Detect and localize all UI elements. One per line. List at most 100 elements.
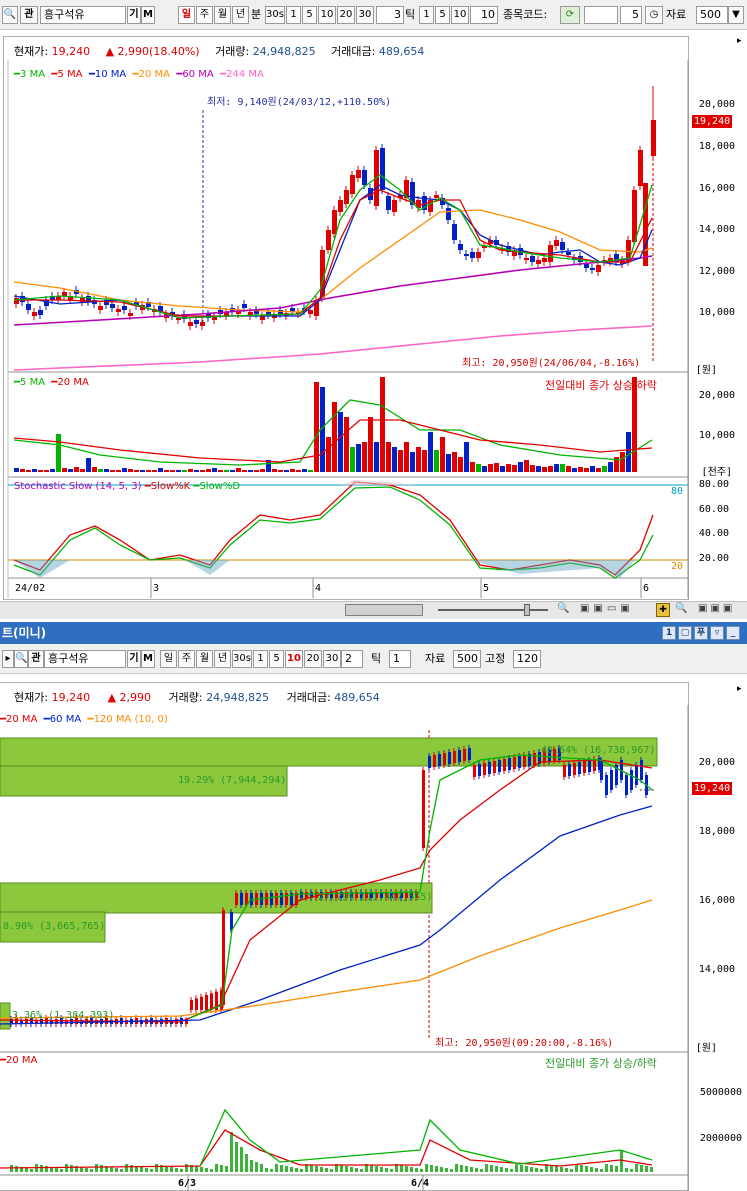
mini-candle-body bbox=[190, 1000, 193, 1010]
mini-volume-bar bbox=[290, 1167, 293, 1172]
mini-candle-body bbox=[265, 893, 268, 905]
mini-candle-body bbox=[275, 893, 278, 905]
mini-candle-body bbox=[270, 893, 273, 905]
mini-volume-bar bbox=[295, 1168, 298, 1172]
mini-volume-bar bbox=[210, 1169, 213, 1172]
mini-candle-body bbox=[200, 996, 203, 1010]
mini-volume-bar bbox=[100, 1165, 103, 1172]
mini-volume-bar bbox=[30, 1169, 33, 1172]
mini-volume-bar bbox=[530, 1167, 533, 1172]
volume-profile-bar bbox=[0, 1002, 11, 1030]
mini-volume-bar bbox=[420, 1169, 423, 1172]
mini-volume-bar bbox=[595, 1168, 598, 1172]
mini-volume-legend: ━20 MA bbox=[0, 1055, 37, 1066]
mini-volume-bar bbox=[450, 1169, 453, 1172]
mini-volume-bar bbox=[250, 1160, 253, 1172]
mini-volume-bar bbox=[580, 1165, 583, 1172]
mini-candle-body bbox=[503, 759, 506, 771]
mini-volume-bar bbox=[540, 1169, 543, 1172]
mini-volume-bar bbox=[15, 1166, 18, 1172]
mini-candle-body bbox=[448, 752, 451, 764]
mini-volume-bar bbox=[240, 1147, 243, 1172]
mini-candle-body bbox=[513, 757, 516, 769]
mini-candle-body bbox=[433, 755, 436, 767]
mini-candle-body bbox=[588, 760, 591, 772]
mini-volume-bar bbox=[445, 1168, 448, 1172]
mini-volume-bar bbox=[185, 1164, 188, 1172]
mini-volume-bar bbox=[220, 1165, 223, 1172]
mini-volume-bar bbox=[145, 1168, 148, 1172]
mini-candle-body bbox=[605, 775, 608, 795]
mini-volume-axis-2000000: 2000000 bbox=[699, 1133, 742, 1144]
mini-volume-bar bbox=[345, 1166, 348, 1172]
mini-volume-bar bbox=[90, 1169, 93, 1172]
mini-candle-body bbox=[230, 912, 233, 930]
mini-volume-bar bbox=[625, 1168, 628, 1172]
mini-volume-bar bbox=[215, 1164, 218, 1172]
mini-candle-body bbox=[300, 892, 303, 898]
right-edge-strip: ▸ bbox=[737, 36, 742, 46]
mini-candle-body bbox=[240, 893, 243, 905]
mini-volume-bar bbox=[380, 1167, 383, 1172]
mini-volume-bar bbox=[555, 1166, 558, 1172]
mini-candle-body bbox=[453, 751, 456, 763]
mini-volume-bar bbox=[110, 1167, 113, 1172]
mini-volume-bar bbox=[195, 1166, 198, 1172]
profile-label-4: 8.90% (3,665,765) bbox=[3, 921, 106, 932]
mini-candle-body bbox=[280, 893, 283, 905]
mini-legend-120ma: ━120 MA (10, 0) bbox=[87, 714, 168, 725]
mini-volume-bar bbox=[570, 1169, 573, 1172]
mini-volume-bar bbox=[115, 1168, 118, 1172]
mini-volume-bar bbox=[415, 1168, 418, 1172]
mini-candle-body bbox=[473, 765, 476, 777]
mini-volume-bar bbox=[275, 1164, 278, 1172]
mini-volume-bar bbox=[640, 1165, 643, 1172]
mini-volume-bar bbox=[475, 1168, 478, 1172]
mini-candle-body bbox=[578, 762, 581, 774]
mini-volume-bar bbox=[585, 1166, 588, 1172]
mini-candle-body bbox=[493, 761, 496, 773]
mini-volume-bar bbox=[170, 1167, 173, 1172]
mini-candle-body bbox=[195, 998, 198, 1010]
mini-volume-bar bbox=[650, 1167, 653, 1172]
mini-volume-bar bbox=[515, 1164, 518, 1172]
mini-candle-body bbox=[438, 754, 441, 766]
mini-volume-bar bbox=[600, 1169, 603, 1172]
mini-volume-bar bbox=[205, 1168, 208, 1172]
mini-volume-bar bbox=[435, 1166, 438, 1172]
mini-volume-bar bbox=[320, 1167, 323, 1172]
mini-volume-bar bbox=[490, 1165, 493, 1172]
mini-volume-bar bbox=[330, 1169, 333, 1172]
mini-volume-bar bbox=[150, 1169, 153, 1172]
mini-candle-body bbox=[488, 762, 491, 774]
mini-volume-bar bbox=[340, 1165, 343, 1172]
mini-volume-bar bbox=[610, 1165, 613, 1172]
mini-volume-bar bbox=[55, 1168, 58, 1172]
mini-candle-body bbox=[523, 755, 526, 767]
mini-volume-bar bbox=[465, 1166, 468, 1172]
mini-volume-bar bbox=[285, 1166, 288, 1172]
mini-volume-bar bbox=[645, 1166, 648, 1172]
mini-price-axis-18000: 18,000 bbox=[698, 826, 735, 837]
mini-volume-bar bbox=[40, 1165, 43, 1172]
mini-current-price-tag: 19,240 bbox=[692, 782, 733, 795]
mini-volume-bar bbox=[590, 1167, 593, 1172]
mini-volume-bar bbox=[25, 1168, 28, 1172]
mini-volume-bar bbox=[120, 1169, 123, 1172]
right-edge-strip-mini: ▸ bbox=[737, 684, 742, 694]
mini-candle-body bbox=[250, 893, 253, 905]
mini-volume-bar bbox=[390, 1169, 393, 1172]
mini-volume-bar bbox=[430, 1165, 433, 1172]
mini-volume-bar bbox=[370, 1165, 373, 1172]
profile-label-5: 3.36% (1,384,393) bbox=[12, 1010, 115, 1021]
mini-volume-bar bbox=[140, 1167, 143, 1172]
profile-label-1: 40.64% (16,738,967) bbox=[541, 745, 656, 756]
mini-volume-bar bbox=[460, 1165, 463, 1172]
mini-volume-bar bbox=[525, 1166, 528, 1172]
mini-volume-bar bbox=[280, 1165, 283, 1172]
mini-ma-legend: ━20 MA ━60 MA ━120 MA (10, 0) bbox=[0, 714, 168, 725]
mini-candle-body bbox=[573, 763, 576, 775]
mini-volume-bar bbox=[270, 1169, 273, 1172]
mini-volume-bar bbox=[355, 1168, 358, 1172]
mini-vol-ma5-line bbox=[199, 1108, 653, 1167]
